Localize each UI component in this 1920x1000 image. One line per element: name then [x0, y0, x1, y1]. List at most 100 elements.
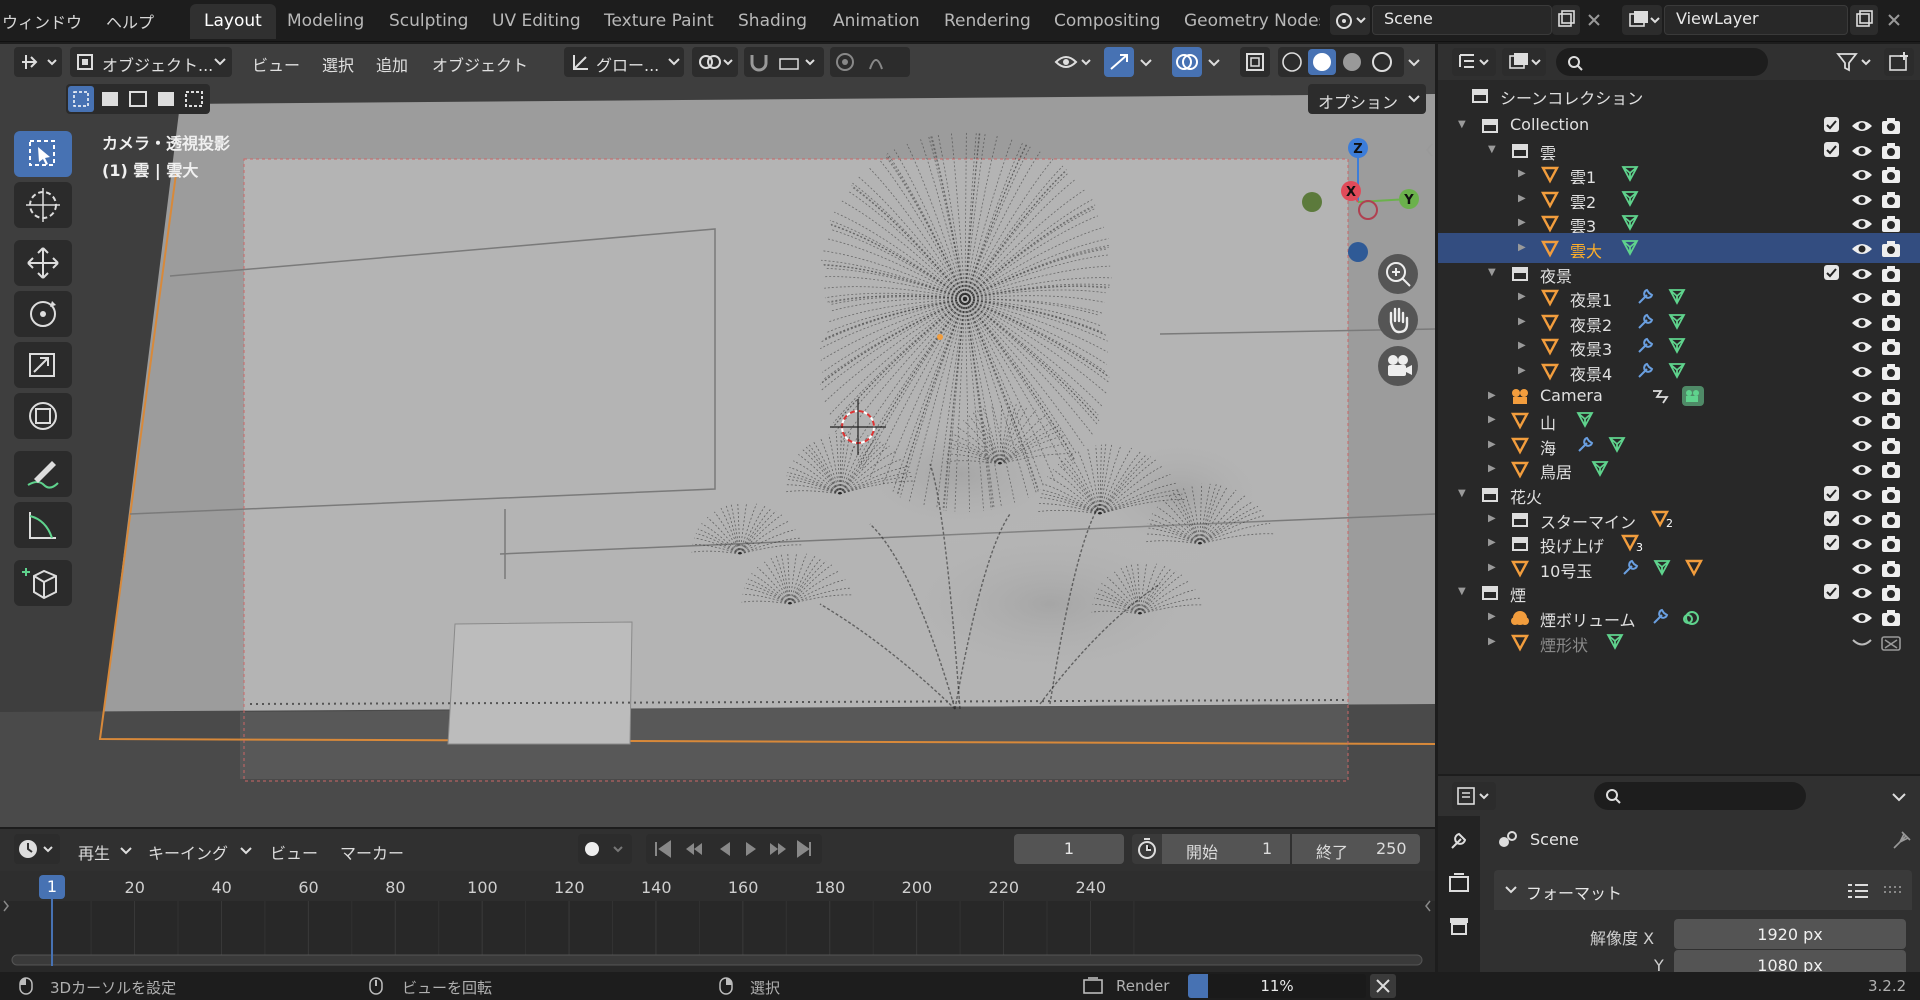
- resolution-x-field[interactable]: 1920 px: [1674, 919, 1906, 949]
- exclude-checkbox[interactable]: [1824, 510, 1839, 526]
- overlays-toggle-icon[interactable]: [1172, 47, 1202, 77]
- rotate-tool-icon[interactable]: [14, 291, 72, 337]
- eye-icon[interactable]: [1850, 608, 1874, 628]
- tab-modeling[interactable]: Modeling: [273, 4, 378, 39]
- sidebar-toggle-icon[interactable]: [1424, 140, 1435, 160]
- render-camera-icon[interactable]: [1880, 460, 1902, 480]
- pin-icon[interactable]: [1890, 828, 1914, 852]
- start-frame-field[interactable]: 開始 1: [1162, 834, 1290, 864]
- panel-presets-icon[interactable]: [1846, 882, 1870, 900]
- expand-right-icon[interactable]: ▶: [1488, 439, 1496, 450]
- expand-right-icon[interactable]: ▶: [1518, 365, 1526, 376]
- gizmo-neg-x-axis[interactable]: [1358, 200, 1378, 220]
- render-camera-icon[interactable]: [1880, 165, 1902, 185]
- cursor-tool-icon[interactable]: [14, 182, 72, 228]
- eye-icon[interactable]: [1850, 436, 1874, 456]
- timeline-left-arrow-icon[interactable]: [3, 900, 9, 912]
- menu-add[interactable]: 追加: [376, 52, 408, 76]
- selection-mode-group[interactable]: [66, 84, 210, 114]
- eye-icon[interactable]: [1850, 288, 1874, 308]
- properties-editor-type-icon[interactable]: [1452, 782, 1496, 810]
- outliner-row[interactable]: ▶ 煙形状: [1438, 627, 1920, 657]
- add-cube-tool-icon[interactable]: [14, 560, 72, 606]
- playback-menu[interactable]: 再生: [68, 834, 134, 864]
- render-camera-icon[interactable]: [1880, 534, 1902, 554]
- expand-right-icon[interactable]: ▶: [1518, 291, 1526, 302]
- eye-icon[interactable]: [1850, 387, 1874, 407]
- pivot-point-icon[interactable]: [692, 47, 738, 77]
- eye-icon[interactable]: [1850, 337, 1874, 357]
- display-mode-icon[interactable]: [1502, 48, 1546, 76]
- unlink-scene-icon[interactable]: [1582, 5, 1606, 35]
- proportional-editing-icon[interactable]: [830, 47, 910, 77]
- eye-icon[interactable]: [1850, 239, 1874, 259]
- playhead-handle[interactable]: 1: [39, 875, 65, 899]
- exclude-checkbox[interactable]: [1824, 486, 1839, 501]
- render-camera-icon[interactable]: [1880, 141, 1902, 161]
- expand-right-icon[interactable]: ▶: [1518, 168, 1526, 179]
- expand-right-icon[interactable]: ▶: [1518, 242, 1526, 253]
- viewport-scene[interactable]: [0, 44, 1435, 827]
- auto-keying-toggle[interactable]: [578, 834, 632, 864]
- eye-icon[interactable]: [1850, 485, 1874, 505]
- mesh-data-icon[interactable]: [1605, 632, 1629, 654]
- render-camera-icon[interactable]: [1880, 288, 1902, 308]
- render-camera-icon[interactable]: [1880, 510, 1902, 530]
- tab-rendering[interactable]: Rendering: [930, 4, 1045, 39]
- pan-view-icon[interactable]: [1378, 300, 1418, 340]
- eye-icon[interactable]: [1850, 190, 1874, 210]
- expand-down-icon[interactable]: ▼: [1458, 488, 1466, 499]
- render-camera-icon[interactable]: [1880, 313, 1902, 333]
- eye-icon[interactable]: [1850, 141, 1874, 161]
- exclude-checkbox[interactable]: [1824, 117, 1839, 132]
- timeline-view-menu[interactable]: ビュー: [270, 840, 318, 864]
- timeline-marker-menu[interactable]: マーカー: [340, 840, 404, 864]
- annotate-tool-icon[interactable]: [14, 451, 72, 497]
- render-camera-icon[interactable]: [1880, 214, 1902, 234]
- end-frame-field[interactable]: 終了 250: [1292, 834, 1420, 864]
- playback-controls[interactable]: [646, 834, 822, 864]
- eye-icon[interactable]: [1850, 214, 1874, 234]
- tab-animation[interactable]: Animation: [819, 4, 934, 39]
- tab-sculpting[interactable]: Sculpting: [375, 4, 482, 39]
- new-view-layer-icon[interactable]: [1850, 5, 1878, 35]
- current-frame-field[interactable]: 1: [1014, 834, 1124, 864]
- snap-icon[interactable]: [744, 47, 824, 77]
- format-panel-header[interactable]: フォーマット: [1494, 870, 1912, 910]
- zoom-view-icon[interactable]: [1378, 254, 1418, 294]
- eye-icon[interactable]: [1850, 583, 1874, 603]
- preview-range-icon[interactable]: [1132, 834, 1162, 864]
- render-camera-icon[interactable]: [1880, 608, 1902, 628]
- outliner-editor-type-icon[interactable]: [1452, 48, 1496, 76]
- camera-view-toggle-icon[interactable]: [1378, 346, 1418, 386]
- panel-drag-icon[interactable]: [1882, 884, 1902, 896]
- outliner-search-input[interactable]: [1556, 48, 1768, 76]
- timeline-editor-type-icon[interactable]: [14, 834, 60, 864]
- properties-search-input[interactable]: [1594, 782, 1806, 810]
- gizmo-neg-y-axis[interactable]: [1302, 192, 1322, 212]
- shading-dropdown-icon[interactable]: [1404, 47, 1426, 77]
- render-camera-icon[interactable]: [1880, 436, 1902, 456]
- eye-icon[interactable]: [1850, 264, 1874, 284]
- expand-right-icon[interactable]: ▶: [1488, 562, 1496, 573]
- eye-icon[interactable]: [1850, 165, 1874, 185]
- properties-options-icon[interactable]: [1884, 782, 1914, 810]
- expand-right-icon[interactable]: ▶: [1488, 513, 1496, 524]
- exclude-checkbox[interactable]: [1824, 535, 1839, 551]
- exclude-checkbox[interactable]: [1824, 584, 1839, 600]
- gizmo-toggle-icon[interactable]: [1104, 47, 1134, 77]
- expand-right-icon[interactable]: ▶: [1488, 463, 1496, 474]
- expand-right-icon[interactable]: ▶: [1518, 217, 1526, 228]
- new-collection-icon[interactable]: [1884, 48, 1914, 76]
- mode-selector[interactable]: オブジェクト...: [70, 47, 232, 77]
- render-tab-icon[interactable]: [1444, 868, 1474, 898]
- eye-icon[interactable]: [1850, 510, 1874, 530]
- gizmo-neg-z-axis[interactable]: [1348, 242, 1368, 262]
- render-camera-icon[interactable]: [1880, 485, 1902, 505]
- tab-shading[interactable]: Shading: [724, 4, 821, 39]
- options-dropdown[interactable]: オプション: [1308, 84, 1426, 114]
- render-camera-icon[interactable]: [1880, 190, 1902, 210]
- cancel-render-button[interactable]: [1370, 974, 1396, 998]
- menu-view[interactable]: ビュー: [252, 52, 300, 76]
- move-tool-icon[interactable]: [14, 240, 72, 286]
